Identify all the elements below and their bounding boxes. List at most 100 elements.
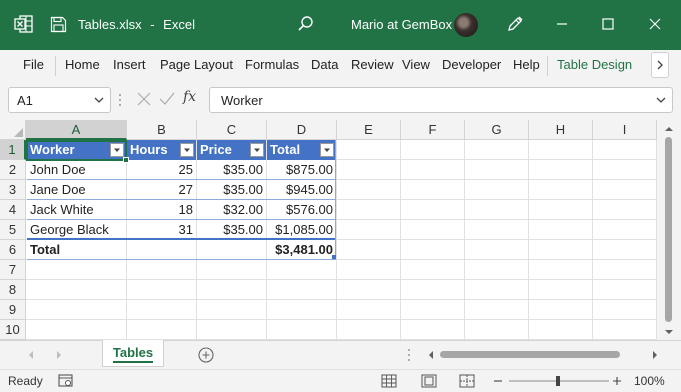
table-cell[interactable]: $576.00 <box>267 200 336 220</box>
save-icon[interactable] <box>50 16 67 33</box>
name-box[interactable]: A1 <box>8 87 111 113</box>
fill-handle[interactable] <box>123 157 129 163</box>
table-cell[interactable]: Jane Doe <box>27 180 126 200</box>
table-cell[interactable]: 31 <box>127 220 196 240</box>
column-header[interactable]: I <box>593 120 657 140</box>
table-cell[interactable]: $1,085.00 <box>267 220 336 240</box>
row-header[interactable]: 7 <box>0 260 26 280</box>
zoom-slider[interactable] <box>509 375 609 387</box>
tab-table-design[interactable]: Table Design <box>557 57 632 72</box>
table-resize-handle[interactable] <box>332 255 336 259</box>
total-label-cell[interactable]: Total <box>27 240 126 260</box>
table-band-line <box>27 219 336 220</box>
sheet-tab-tables[interactable]: Tables <box>102 340 164 367</box>
add-sheet-icon[interactable] <box>198 347 214 363</box>
row-header[interactable]: 4 <box>0 200 26 220</box>
accessibility-icon[interactable] <box>58 374 74 388</box>
avatar[interactable] <box>454 13 478 37</box>
zoom-level[interactable]: 100% <box>634 374 665 388</box>
row-header[interactable]: 2 <box>0 160 26 180</box>
table-cell[interactable]: Jack White <box>27 200 126 220</box>
zoom-in-icon[interactable] <box>612 376 622 386</box>
table-cell[interactable]: 18 <box>127 200 196 220</box>
scroll-right-icon[interactable] <box>650 350 660 360</box>
row-header[interactable]: 5 <box>0 220 26 240</box>
column-header[interactable]: H <box>529 120 593 140</box>
table-total-border <box>27 238 336 240</box>
formula-input[interactable]: Worker <box>209 87 673 113</box>
scroll-up-icon[interactable] <box>657 122 681 136</box>
column-header[interactable]: C <box>197 120 267 140</box>
select-all-button[interactable] <box>0 120 26 140</box>
search-icon[interactable] <box>297 15 315 33</box>
cancel-icon[interactable] <box>137 92 151 106</box>
tab-file[interactable]: File <box>23 57 44 72</box>
table-cell[interactable]: $35.00 <box>197 180 266 200</box>
row-header[interactable]: 8 <box>0 280 26 300</box>
vertical-scroll-thumb[interactable] <box>665 137 672 322</box>
insert-function-button[interactable]: fx <box>183 89 196 105</box>
table-cell[interactable]: John Doe <box>27 160 126 180</box>
tab-home[interactable]: Home <box>65 57 100 72</box>
horizontal-scroll-thumb[interactable] <box>440 351 620 358</box>
zoom-out-icon[interactable] <box>493 376 503 386</box>
gridline <box>26 279 656 280</box>
gridline <box>26 299 656 300</box>
column-header[interactable]: B <box>127 120 197 140</box>
tab-page-layout[interactable]: Page Layout <box>160 57 233 72</box>
minimize-icon[interactable] <box>552 14 572 34</box>
table-cell[interactable]: 27 <box>127 180 196 200</box>
ribbon-scroll-button[interactable] <box>651 52 669 78</box>
pen-icon[interactable] <box>505 14 525 34</box>
check-icon[interactable] <box>159 92 175 106</box>
page-break-view-icon[interactable] <box>459 374 475 388</box>
close-icon[interactable] <box>645 14 665 34</box>
tab-data[interactable]: Data <box>311 57 338 72</box>
total-value-cell[interactable]: $3,481.00 <box>267 240 336 260</box>
table-cell[interactable]: $35.00 <box>197 220 266 240</box>
row-header[interactable]: 10 <box>0 320 26 340</box>
row-header[interactable]: 1 <box>0 140 26 160</box>
chevron-down-icon[interactable] <box>94 96 104 104</box>
file-name: Tables.xlsx <box>78 17 142 32</box>
worksheet-grid[interactable]: A B C D E F G H I 1 2 3 4 5 6 7 8 9 10 W… <box>0 120 681 340</box>
scroll-left-icon[interactable] <box>426 350 436 360</box>
row-header[interactable]: 6 <box>0 240 26 260</box>
tab-view[interactable]: View <box>402 57 430 72</box>
scroll-down-icon[interactable] <box>657 325 681 339</box>
table-header-cell[interactable]: Total <box>267 140 336 160</box>
vertical-scrollbar[interactable] <box>657 120 681 340</box>
chevron-down-icon[interactable] <box>656 96 666 104</box>
column-header[interactable]: F <box>401 120 465 140</box>
table-cell[interactable]: $875.00 <box>267 160 336 180</box>
table-cell[interactable]: George Black <box>27 220 126 240</box>
table-cell[interactable]: $945.00 <box>267 180 336 200</box>
user-name[interactable]: Mario at GemBox <box>351 17 452 32</box>
page-layout-view-icon[interactable] <box>421 374 437 388</box>
table-cell[interactable]: $32.00 <box>197 200 266 220</box>
table-cell[interactable]: $35.00 <box>197 160 266 180</box>
row-header[interactable]: 9 <box>0 300 26 320</box>
table-header-cell[interactable]: Hours <box>127 140 196 160</box>
tab-review[interactable]: Review <box>351 57 394 72</box>
filter-button[interactable] <box>250 143 264 157</box>
sheet-prev-icon[interactable] <box>24 348 38 362</box>
sheet-next-icon[interactable] <box>52 348 66 362</box>
row-header[interactable]: 3 <box>0 180 26 200</box>
column-header[interactable]: A <box>26 120 127 140</box>
horizontal-scrollbar[interactable] <box>429 350 657 360</box>
tab-formulas[interactable]: Formulas <box>245 57 299 72</box>
table-header-cell[interactable]: Price <box>197 140 266 160</box>
filter-button[interactable] <box>180 143 194 157</box>
table-cell[interactable]: 25 <box>127 160 196 180</box>
normal-view-icon[interactable] <box>381 374 397 388</box>
tab-insert[interactable]: Insert <box>113 57 146 72</box>
column-header[interactable]: E <box>337 120 401 140</box>
maximize-icon[interactable] <box>598 14 618 34</box>
tab-help[interactable]: Help <box>513 57 540 72</box>
column-header[interactable]: D <box>267 120 337 140</box>
column-header[interactable]: G <box>465 120 529 140</box>
filter-button[interactable] <box>320 143 334 157</box>
status-bar: Ready 100% <box>0 369 681 392</box>
tab-developer[interactable]: Developer <box>442 57 501 72</box>
